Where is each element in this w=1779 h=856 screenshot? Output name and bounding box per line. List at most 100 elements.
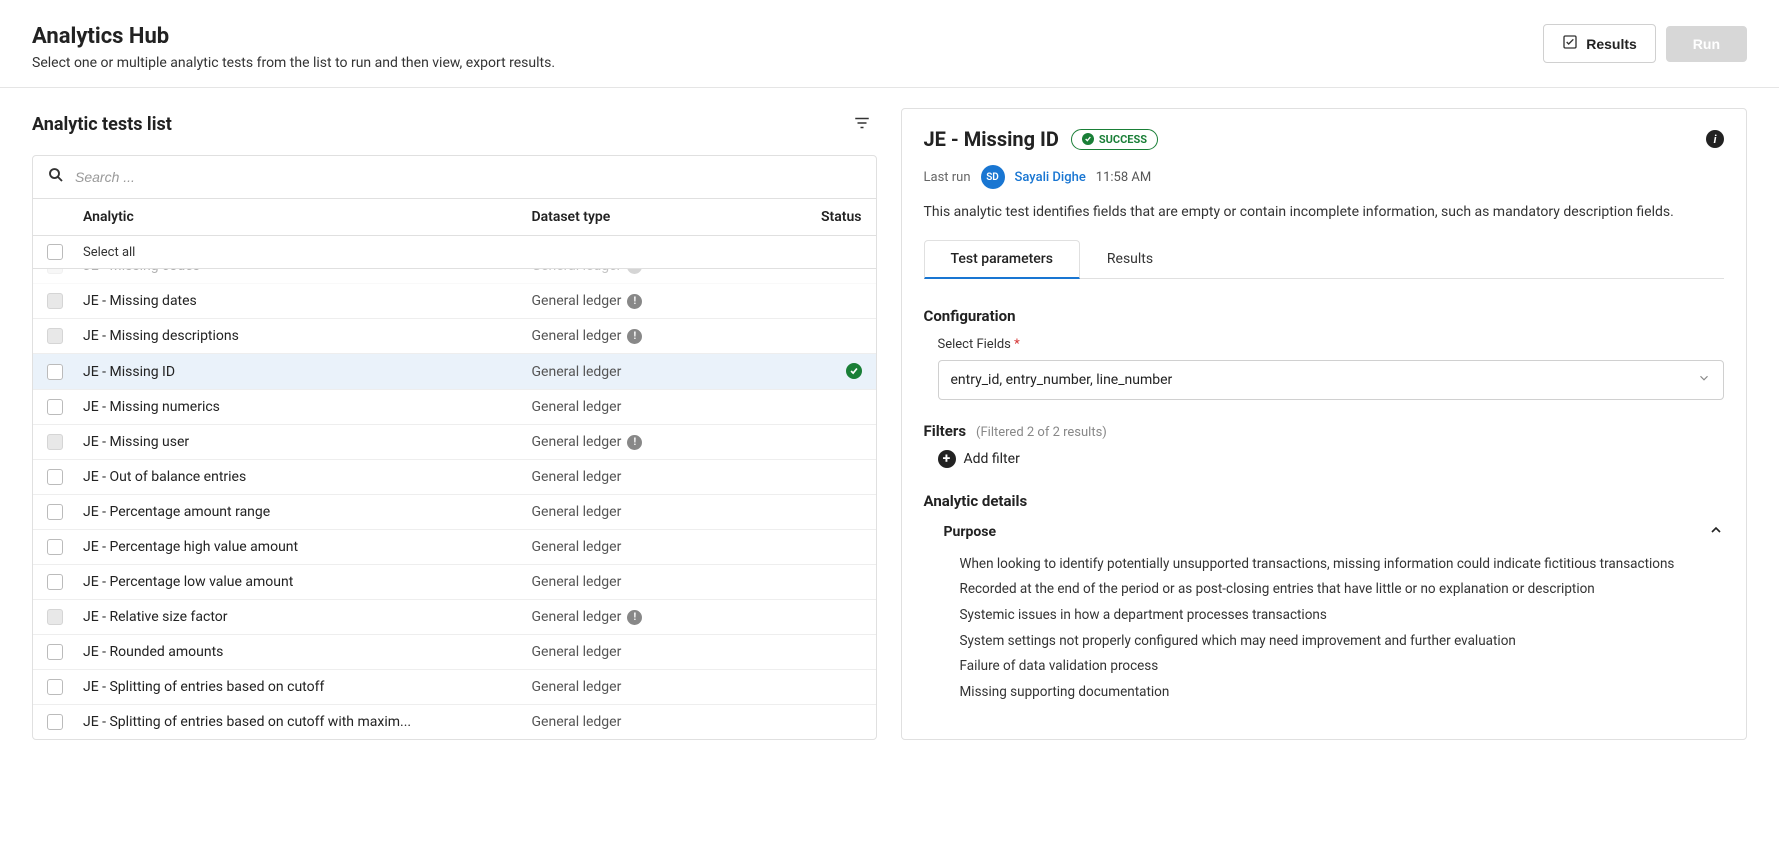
last-run-time: 11:58 AM	[1096, 170, 1151, 185]
info-badge-icon[interactable]: !	[627, 269, 642, 274]
row-analytic-name: JE - Missing codes	[83, 269, 200, 274]
info-badge-icon[interactable]: !	[627, 435, 642, 450]
table-row[interactable]: JE - Out of balance entriesGeneral ledge…	[33, 460, 876, 495]
info-badge-icon[interactable]: !	[627, 329, 642, 344]
select-fields-value: entry_id, entry_number, line_number	[951, 372, 1173, 388]
info-badge-icon[interactable]: !	[627, 294, 642, 309]
row-checkbox	[47, 434, 63, 450]
tests-list-pane: Analytic tests list Analytic Dataset typ…	[32, 108, 877, 740]
page-title: Analytics Hub	[32, 24, 555, 49]
detail-title-row: JE - Missing ID SUCCESS i	[924, 127, 1725, 151]
row-analytic-name: JE - Relative size factor	[83, 609, 227, 625]
row-checkbox[interactable]	[47, 504, 63, 520]
table-row[interactable]: JE - Relative size factor General ledger!	[33, 600, 876, 635]
table-body[interactable]: JE - Missing codesGeneral ledger!JE - Mi…	[33, 269, 876, 739]
purpose-bullet: Missing supporting documentation	[960, 680, 1725, 706]
table-row[interactable]: JE - Percentage high value amountGeneral…	[33, 530, 876, 565]
search-input[interactable]	[75, 169, 862, 185]
row-dataset: General ledger	[532, 504, 792, 520]
purpose-bullet: When looking to identify potentially uns…	[960, 552, 1725, 578]
table-row[interactable]: JE - Missing datesGeneral ledger!	[33, 284, 876, 319]
row-dataset: General ledger	[532, 714, 792, 730]
row-analytic-name: JE - Rounded amounts	[83, 644, 223, 660]
add-filter-label: Add filter	[964, 451, 1020, 467]
select-all-label: Select all	[83, 245, 135, 260]
row-dataset: General ledger!	[532, 434, 792, 450]
results-button-label: Results	[1586, 36, 1637, 52]
search-icon	[47, 166, 65, 188]
row-analytic-name: JE - Splitting of entries based on cutof…	[83, 714, 411, 730]
tab-results[interactable]: Results	[1080, 240, 1180, 279]
purpose-bullet: Recorded at the end of the period or as …	[960, 577, 1725, 603]
table-row[interactable]: JE - Missing descriptionsGeneral ledger!	[33, 319, 876, 354]
row-dataset: General ledger!	[532, 609, 792, 625]
row-checkbox[interactable]	[47, 574, 63, 590]
row-analytic-name: JE - Out of balance entries	[83, 469, 246, 485]
table-row[interactable]: JE - Percentage amount range General ledg…	[33, 495, 876, 530]
row-dataset: General ledger	[532, 679, 792, 695]
detail-description: This analytic test identifies fields tha…	[924, 203, 1725, 223]
row-checkbox[interactable]	[47, 679, 63, 695]
col-dataset-header: Dataset type	[532, 209, 792, 225]
select-all-checkbox[interactable]	[47, 244, 63, 260]
row-checkbox[interactable]	[47, 399, 63, 415]
table-row[interactable]: JE - Rounded amountsGeneral ledger	[33, 635, 876, 670]
status-badge-label: SUCCESS	[1099, 133, 1147, 146]
add-filter-button[interactable]: + Add filter	[938, 450, 1725, 468]
row-checkbox	[47, 609, 63, 625]
info-badge-icon[interactable]: !	[627, 610, 642, 625]
row-dataset: General ledger	[532, 574, 792, 590]
row-analytic-name: JE - Missing descriptions	[83, 328, 239, 344]
table-head: Analytic Dataset type Status	[33, 199, 876, 236]
row-checkbox[interactable]	[47, 469, 63, 485]
purpose-bullet: Failure of data validation process	[960, 654, 1725, 680]
select-fields-dropdown[interactable]: entry_id, entry_number, line_number	[938, 360, 1725, 400]
results-button[interactable]: Results	[1543, 24, 1656, 63]
run-button[interactable]: Run	[1666, 26, 1747, 62]
row-checkbox[interactable]	[47, 364, 63, 380]
table-row[interactable]: JE - Missing codesGeneral ledger!	[33, 269, 876, 284]
table-row[interactable]: JE - Splitting of entries based on cutof…	[33, 670, 876, 705]
chevron-down-icon	[1697, 371, 1711, 389]
list-title: Analytic tests list	[32, 114, 172, 135]
row-checkbox	[47, 328, 63, 344]
select-all-row[interactable]: Select all	[33, 236, 876, 269]
table-row[interactable]: JE - Missing IDGeneral ledger	[33, 354, 876, 390]
table-row[interactable]: JE - Splitting of entries based on cutof…	[33, 705, 876, 739]
row-status	[792, 363, 862, 380]
row-analytic-name: JE - Splitting of entries based on cutof…	[83, 679, 324, 695]
table-row[interactable]: JE - Missing userGeneral ledger!	[33, 425, 876, 460]
row-dataset: General ledger	[532, 399, 792, 415]
table-row[interactable]: JE - Missing numericsGeneral ledger	[33, 390, 876, 425]
avatar[interactable]: SD	[981, 165, 1005, 189]
purpose-title: Purpose	[944, 524, 997, 540]
content: Analytic tests list Analytic Dataset typ…	[0, 88, 1779, 760]
row-analytic-name: JE - Percentage amount range	[83, 504, 270, 520]
chevron-up-icon	[1708, 522, 1724, 542]
page-header: Analytics Hub Select one or multiple ana…	[0, 0, 1779, 88]
detail-title: JE - Missing ID	[924, 127, 1059, 151]
row-checkbox[interactable]	[47, 714, 63, 730]
last-run-label: Last run	[924, 170, 971, 185]
filters-count: (Filtered 2 of 2 results)	[976, 425, 1107, 440]
row-checkbox	[47, 293, 63, 309]
col-status-header: Status	[792, 209, 862, 225]
filter-button[interactable]	[847, 108, 877, 141]
purpose-bullets: When looking to identify potentially uns…	[960, 552, 1725, 706]
tab-test-parameters[interactable]: Test parameters	[924, 240, 1080, 279]
table-row[interactable]: JE - Percentage low value amountGeneral …	[33, 565, 876, 600]
status-badge: SUCCESS	[1071, 129, 1158, 150]
info-icon[interactable]: i	[1706, 130, 1724, 148]
purpose-bullet: System settings not properly configured …	[960, 629, 1725, 655]
configuration-title: Configuration	[924, 307, 1725, 325]
detail-body[interactable]: Configuration Select Fields * entry_id, …	[902, 289, 1747, 709]
user-link[interactable]: Sayali Dighe	[1015, 170, 1086, 185]
detail-tabs: Test parameters Results	[924, 239, 1725, 279]
search-row	[33, 156, 876, 199]
row-checkbox[interactable]	[47, 539, 63, 555]
analytic-details-section: Analytic details Purpose When looking to…	[924, 492, 1725, 706]
check-icon	[1082, 133, 1094, 145]
row-checkbox[interactable]	[47, 644, 63, 660]
purpose-toggle[interactable]: Purpose	[944, 522, 1725, 542]
row-dataset: General ledger!	[532, 293, 792, 309]
